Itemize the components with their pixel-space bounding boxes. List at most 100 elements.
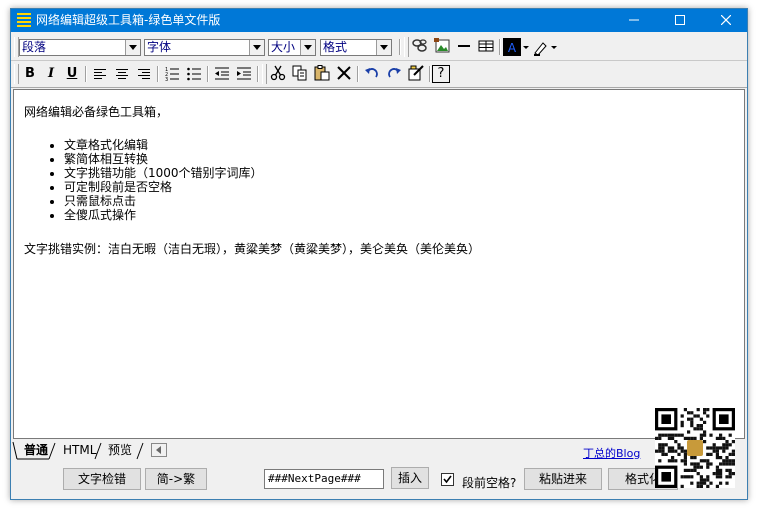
tab-preview[interactable]: 预览 [108,442,132,459]
outdent-icon [215,67,229,80]
title-bar: 网络编辑超级工具箱-绿色单文件版 [11,9,747,32]
align-center-icon [116,69,128,81]
toolbar-separator [157,66,159,82]
align-left-icon [94,69,106,81]
chevron-left-icon [156,446,161,454]
list-item: 只需鼠标点击 [64,194,263,208]
underline-button[interactable]: U [62,65,82,83]
app-window: 网络编辑超级工具箱-绿色单文件版 段落 字体 大小 格式 A B I U 1 2… [10,8,748,500]
chevron-down-icon[interactable] [376,40,391,55]
paste-button[interactable] [312,65,332,83]
ordered-list-icon: 123 [165,67,179,83]
tab-html[interactable]: HTML [63,442,96,459]
list-item: 可定制段前是否空格 [64,180,263,194]
size-select[interactable]: 大小 [268,39,316,56]
bold-button[interactable]: B [20,65,40,83]
check-text-button[interactable]: 文字检错 [63,468,141,490]
paste-icon [314,65,330,81]
toolbar-grip[interactable] [14,64,19,84]
insert-button[interactable]: 插入 [391,467,429,489]
link-icon [412,39,427,52]
insert-table-button[interactable] [476,38,496,56]
paste-in-button[interactable]: 粘贴进来 [524,468,602,490]
align-left-button[interactable] [90,65,110,83]
horizontal-rule-icon [458,45,470,47]
indent-icon [237,67,251,80]
toolbar-separator [429,66,431,82]
help-icon: ? [437,66,445,81]
align-right-icon [138,69,150,81]
action-bar: 文字检错 简->繁 ###NextPage### 插入 段前空格? 粘贴进来 格… [11,461,747,499]
list-item: 繁简体相互转换 [64,152,263,166]
scissors-icon [270,65,286,81]
svg-text:3: 3 [165,77,168,81]
table-icon [478,40,494,52]
toolbar-grip[interactable] [262,64,267,84]
delete-icon [337,66,351,80]
close-button[interactable] [703,9,747,32]
italic-button[interactable]: I [41,65,61,83]
chevron-down-icon[interactable] [300,40,315,55]
intro-text: 网络编辑必备绿色工具箱， [24,105,169,119]
convert-button[interactable]: 简->繁 [145,468,207,490]
highlight-color-button[interactable] [532,38,558,56]
chevron-down-icon[interactable] [249,40,264,55]
format-select[interactable]: 格式 [320,39,392,56]
redo-button[interactable] [384,65,404,83]
size-select-value: 大小 [271,40,296,54]
help-button[interactable]: ? [432,65,450,83]
mode-tabs: 普通 HTML 预览 丁总的Blog [11,441,747,461]
insert-link-button[interactable] [410,38,430,56]
close-icon [720,14,732,26]
blog-link[interactable]: 丁总的Blog [583,445,640,461]
copy-button[interactable] [290,65,310,83]
toolbar-separator [357,66,359,82]
svg-text:A: A [508,41,517,55]
toolbar-grip[interactable] [404,37,409,57]
toolbar-separator [85,66,87,82]
indent-button[interactable] [234,65,254,83]
toolbar-separator [399,39,401,55]
horizontal-rule-button[interactable] [454,38,474,56]
app-icon [17,13,31,27]
page-break-input[interactable]: ###NextPage### [264,469,384,489]
list-item: 文章格式化编辑 [64,138,263,152]
font-select[interactable]: 字体 [144,39,265,56]
tab-normal[interactable]: 普通 [24,442,48,459]
paragraph-select[interactable]: 段落 [19,39,141,56]
unordered-list-icon [187,67,201,81]
list-item: 文字挑错功能（1000个错别字词库） [64,166,263,180]
cut-button[interactable] [268,65,288,83]
minimize-button[interactable] [611,9,657,32]
text-color-button[interactable]: A [502,38,530,56]
edit-properties-button[interactable] [406,65,426,83]
checkmark-icon [443,475,452,484]
text-color-icon: A [503,38,529,56]
font-select-value: 字体 [147,40,172,54]
toolbar-separator [207,66,209,82]
unordered-list-button[interactable] [184,65,204,83]
indent-checkbox[interactable] [441,473,454,486]
maximize-icon [675,15,685,25]
editor-area[interactable]: 网络编辑必备绿色工具箱， 文章格式化编辑 繁简体相互转换 文字挑错功能（1000… [13,89,745,439]
undo-icon [365,68,378,78]
redo-icon [388,68,401,78]
copy-icon [292,65,307,81]
list-item: 全傻瓜式操作 [64,208,263,222]
image-icon [434,38,450,53]
tab-scroll-left-button[interactable] [151,443,167,457]
delete-button[interactable] [334,65,354,83]
minimize-icon [629,19,639,21]
chevron-down-icon[interactable] [125,40,140,55]
outdent-button[interactable] [212,65,232,83]
format-select-value: 格式 [323,40,348,54]
undo-button[interactable] [362,65,382,83]
insert-image-button[interactable] [432,38,452,56]
align-center-button[interactable] [112,65,132,83]
format-toolbar: 段落 字体 大小 格式 A [11,34,747,61]
toolbar-separator [257,66,259,82]
maximize-button[interactable] [657,9,703,32]
edit-toolbar: B I U 123 ? [11,61,747,88]
ordered-list-button[interactable]: 123 [162,65,182,83]
align-right-button[interactable] [134,65,154,83]
